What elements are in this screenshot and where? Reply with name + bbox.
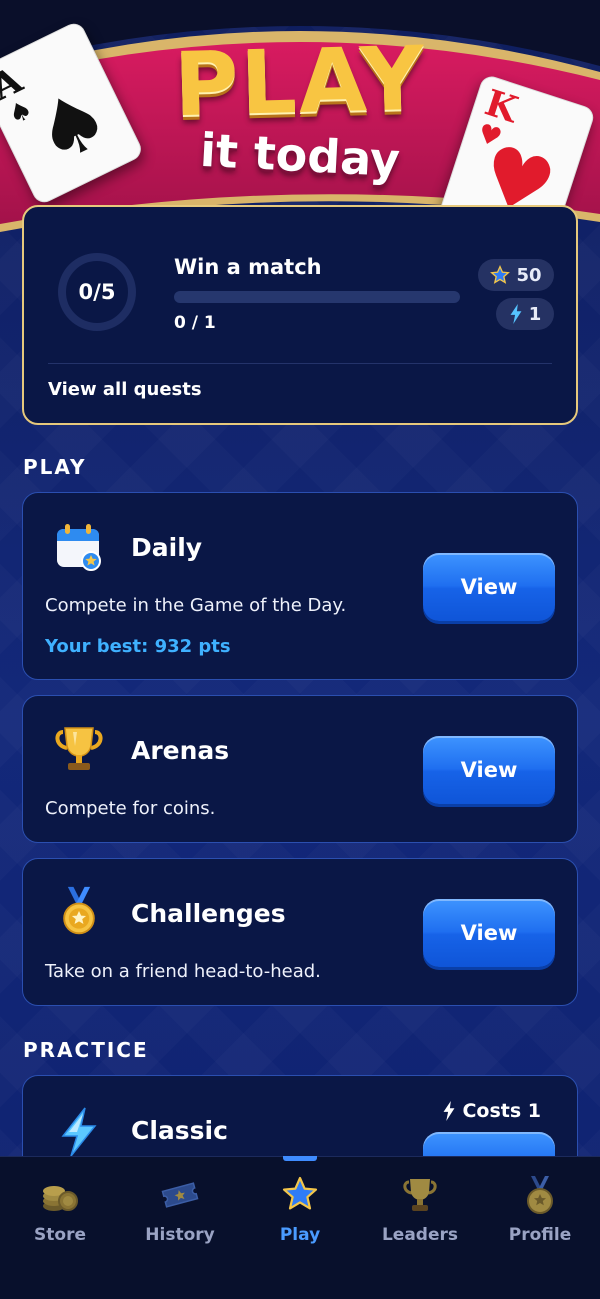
active-tab-indicator — [283, 1156, 317, 1161]
section-title-play: PLAY — [23, 455, 87, 479]
reward-stars-badge: 50 — [478, 259, 554, 291]
quest-card: 0/5 Win a match 0 / 1 50 1 View all ques… — [22, 205, 578, 425]
divider — [48, 363, 552, 364]
daily-view-button[interactable]: View — [423, 553, 555, 621]
nav-label: History — [145, 1225, 215, 1245]
trophy-icon — [403, 1179, 437, 1211]
lightning-icon — [443, 1101, 455, 1121]
nav-profile[interactable]: Profile — [480, 1175, 600, 1245]
ticket-icon — [161, 1182, 199, 1208]
challenges-view-button[interactable]: View — [423, 899, 555, 967]
nav-play[interactable]: Play — [240, 1175, 360, 1245]
quest-progress-ring: 0/5 — [58, 253, 136, 331]
nav-store[interactable]: Store — [0, 1175, 120, 1245]
quest-progress-bar — [174, 291, 460, 303]
mode-description: Compete in the Game of the Day. — [45, 595, 347, 616]
view-all-quests-link[interactable]: View all quests — [48, 379, 202, 400]
section-title-practice: PRACTICE — [23, 1038, 149, 1062]
best-score: Your best: 932 pts — [45, 636, 231, 657]
cost-label: Costs 1 — [442, 1100, 541, 1122]
lightning-icon — [510, 304, 522, 324]
medal-icon — [63, 886, 95, 935]
nav-leaders[interactable]: Leaders — [360, 1175, 480, 1245]
mode-card-arenas[interactable]: Arenas Compete for coins. View — [22, 695, 578, 843]
lightning-icon — [61, 1107, 97, 1157]
star-icon — [490, 265, 511, 284]
nav-label: Play — [279, 1225, 321, 1245]
nav-label: Profile — [508, 1225, 572, 1245]
quest-title: Win a match — [174, 255, 322, 279]
mode-name: Arenas — [131, 736, 230, 765]
coins-icon — [43, 1186, 78, 1211]
quest-count: 0 / 1 — [174, 313, 216, 333]
nav-label: Leaders — [381, 1225, 459, 1245]
mode-description: Compete for coins. — [45, 798, 216, 819]
nav-label: Store — [34, 1225, 86, 1245]
mode-name: Challenges — [131, 899, 286, 928]
arenas-view-button[interactable]: View — [423, 736, 555, 804]
reward-energy-value: 1 — [528, 303, 542, 325]
bottom-nav: Store History Play Leaders Profile — [0, 1156, 600, 1299]
trophy-icon — [55, 727, 103, 770]
cost-text: Costs 1 — [462, 1100, 541, 1122]
mode-card-daily[interactable]: Daily Compete in the Game of the Day. Yo… — [22, 492, 578, 680]
mode-card-challenges[interactable]: Challenges Take on a friend head-to-head… — [22, 858, 578, 1006]
medal-icon — [527, 1176, 553, 1214]
calendar-icon — [57, 524, 101, 571]
mode-description: Take on a friend head-to-head. — [45, 961, 321, 982]
reward-energy-badge: 1 — [496, 298, 554, 330]
mode-name: Daily — [131, 533, 203, 562]
nav-history[interactable]: History — [120, 1175, 240, 1245]
star-icon — [282, 1176, 318, 1210]
reward-stars-value: 50 — [516, 264, 542, 286]
mode-name: Classic — [131, 1116, 228, 1145]
